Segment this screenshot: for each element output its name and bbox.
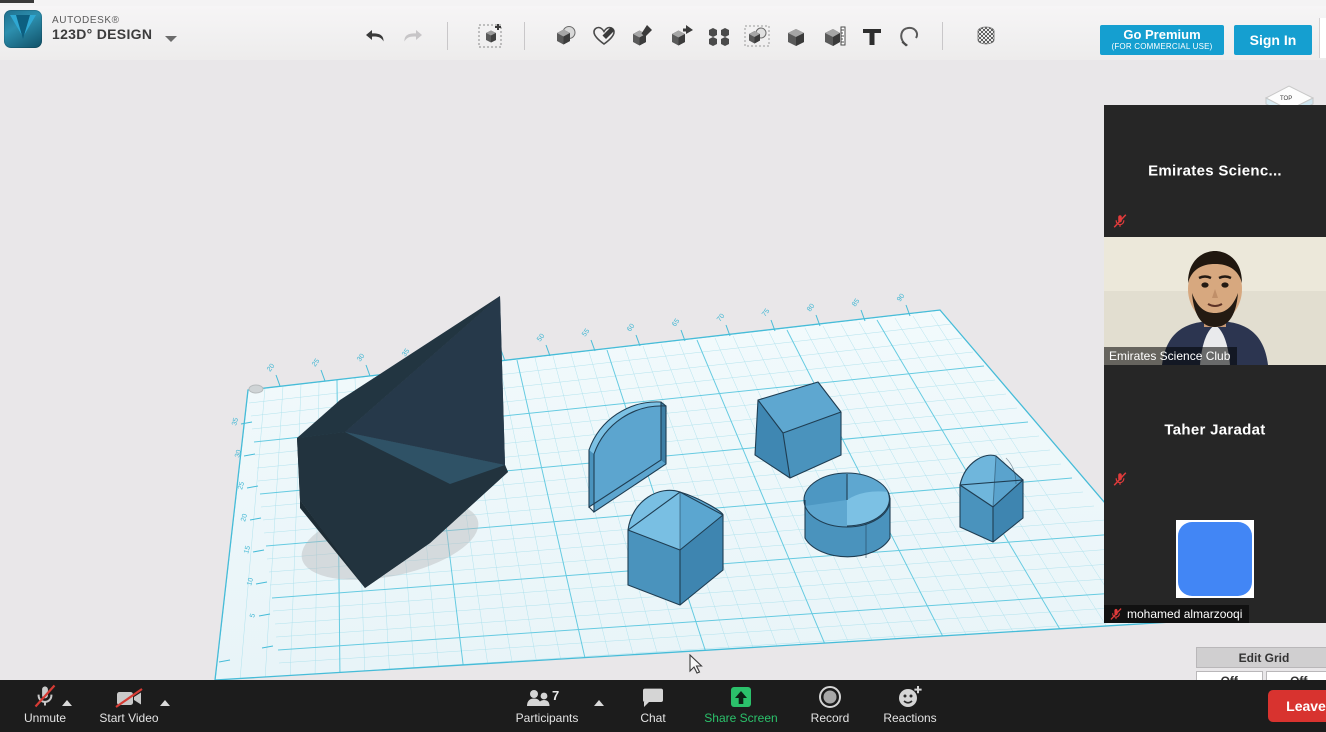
participant-name: mohamed almarzooqi [1127,607,1243,621]
mic-muted-icon [1113,472,1127,486]
chat-bubble-icon [641,683,665,709]
selected-solid[interactable] [240,296,508,588]
redo-button[interactable] [396,19,430,53]
smiley-plus-icon [897,683,923,709]
wedge-ramp-solid[interactable] [754,381,842,479]
primitives-tool-button[interactable] [548,19,582,53]
zoom-tile-active-speaker[interactable]: Emirates Science Club [1104,237,1326,365]
chevron-down-icon[interactable] [165,36,177,42]
house-pyramid-solid[interactable] [959,454,1024,543]
participant-name-label: Emirates Science Club [1104,347,1238,365]
transform-tool-button[interactable] [474,19,508,53]
zoom-control-bar: Unmute Start Video 7 Participants Chat S… [0,680,1326,732]
window-chrome-dark-edge [0,0,34,3]
zoom-tile[interactable]: Taher Jaradat [1104,365,1326,495]
avatar [1176,520,1254,598]
unmute-label: Unmute [23,711,67,725]
leave-button[interactable]: Leave [1268,690,1326,722]
camera-off-icon [114,683,144,709]
grouping-tool-button[interactable] [740,19,774,53]
participant-name: Emirates Science Club [1109,349,1231,363]
chat-button[interactable]: Chat [610,683,696,725]
participants-count: 7 [552,688,559,703]
participant-name: Emirates Scienc... [1148,162,1282,180]
app-brand-text: AUTODESK® 123D° DESIGN [52,16,152,41]
combine-tool-button[interactable] [779,19,813,53]
record-button[interactable]: Record [787,683,873,725]
share-screen-up-arrow-icon [728,683,754,709]
material-tool-button[interactable] [969,19,1003,53]
svg-text:TOP: TOP [1280,96,1292,102]
participants-icon: 7 [524,683,570,709]
go-premium-label: Go Premium [1123,27,1201,42]
zoom-tile[interactable]: Emirates Scienc... [1104,105,1326,237]
video-options-caret-icon[interactable] [160,700,170,706]
share-screen-button[interactable]: Share Screen [698,683,784,725]
zoom-tile[interactable]: mohamed almarzooqi [1104,495,1326,623]
autodesk-123d-logo-icon [4,10,42,48]
reactions-label: Reactions [883,711,937,725]
go-premium-button[interactable]: Go Premium (FOR COMMERCIAL USE) [1100,25,1224,55]
arrow-cursor-icon [689,654,703,674]
text-tool-button[interactable] [855,19,889,53]
share-screen-label: Share Screen [704,711,778,725]
chat-label: Chat [640,711,666,725]
participant-name-label: mohamed almarzooqi [1104,605,1250,623]
participants-label: Participants [515,711,579,725]
edit-grid-button[interactable]: Edit Grid [1196,647,1326,668]
sketch-tool-button[interactable] [587,19,621,53]
notched-cylinder-solid[interactable] [803,472,891,558]
undo-button[interactable] [358,19,392,53]
app-toolbar: AUTODESK® 123D° DESIGN Go Premium (FOR C… [0,6,1326,61]
mic-muted-icon [32,683,58,709]
app-brand: AUTODESK® 123D° DESIGN [4,10,152,48]
participants-options-caret-icon[interactable] [594,700,604,706]
mic-muted-icon [1113,214,1127,228]
record-circle-icon [818,683,842,709]
measure-tool-button[interactable] [817,19,851,53]
start-video-label: Start Video [99,711,159,725]
screen-root: AUTODESK® 123D° DESIGN Go Premium (FOR C… [0,0,1326,732]
toolbar-divider [524,22,525,50]
sign-in-button[interactable]: Sign In [1234,25,1312,55]
zoom-participant-panel: Emirates Scienc... Emirates Science Club… [1104,105,1326,623]
participant-name: Taher Jaradat [1164,421,1266,439]
pattern-tool-button[interactable] [702,19,736,53]
go-premium-sublabel: (FOR COMMERCIAL USE) [1111,42,1213,51]
toolbar-right-edge [1319,18,1326,58]
participant-video [1104,237,1326,365]
modify-tool-button[interactable] [664,19,698,53]
brand-line-product: 123D° DESIGN [52,25,153,42]
audio-options-caret-icon[interactable] [62,700,72,706]
avatar-square-icon [1178,522,1252,596]
unmute-button[interactable]: Unmute [2,683,88,725]
mic-muted-icon [1110,608,1122,620]
toolbar-divider [447,22,448,50]
reactions-button[interactable]: Reactions [867,683,953,725]
vaulted-box-solid[interactable] [627,489,724,606]
record-label: Record [810,711,850,725]
toolbar-divider [942,22,943,50]
construct-tool-button[interactable] [625,19,659,53]
snap-tool-button[interactable] [893,19,927,53]
participants-button[interactable]: 7 Participants [504,683,590,725]
